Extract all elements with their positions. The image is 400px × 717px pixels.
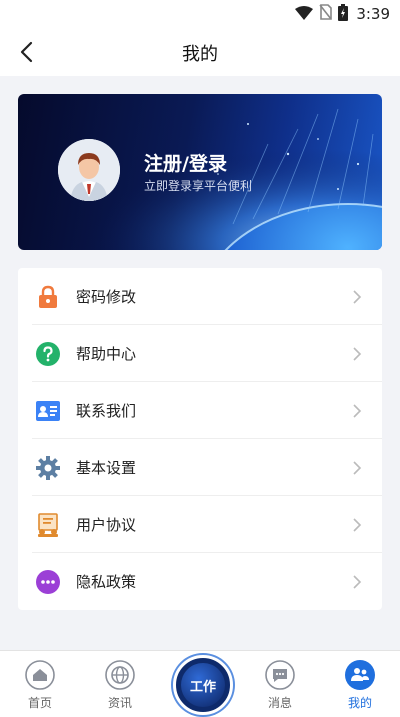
gear-icon bbox=[36, 455, 60, 480]
tab-label: 资讯 bbox=[107, 696, 132, 710]
battery-icon bbox=[338, 3, 349, 25]
chevron-right-icon bbox=[353, 460, 362, 475]
tab-mine[interactable]: 我的 bbox=[320, 651, 400, 717]
menu-item-settings[interactable]: 基本设置 bbox=[18, 439, 382, 496]
status-time: 3:39 bbox=[356, 5, 390, 23]
tab-label: 首页 bbox=[27, 696, 52, 710]
menu-item-contact[interactable]: 联系我们 bbox=[18, 382, 382, 439]
status-bar: 3:39 bbox=[0, 0, 400, 28]
login-banner[interactable]: 注册/登录 立即登录享平台便利 bbox=[18, 94, 382, 250]
menu-item-privacy[interactable]: 隐私政策 bbox=[18, 553, 382, 610]
nav-bar: 我的 bbox=[0, 28, 400, 76]
wifi-icon bbox=[295, 5, 314, 24]
menu-item-agreement[interactable]: 用户协议 bbox=[18, 496, 382, 553]
tab-home[interactable]: 首页 bbox=[0, 651, 80, 717]
tab-messages[interactable]: 消息 bbox=[240, 651, 320, 717]
lock-icon bbox=[36, 285, 60, 309]
chevron-right-icon bbox=[353, 517, 362, 532]
menu-item-label: 密码修改 bbox=[76, 288, 137, 306]
menu-item-password[interactable]: 密码修改 bbox=[18, 268, 382, 325]
menu-item-label: 用户协议 bbox=[76, 516, 137, 534]
login-title[interactable]: 注册/登录 bbox=[144, 149, 227, 176]
chevron-right-icon bbox=[353, 574, 362, 589]
more-dots-icon bbox=[36, 569, 60, 594]
settings-menu: 密码修改 帮助中心 联系我们 基本设置 用户协议 隐私政策 bbox=[18, 268, 382, 610]
tab-label: 我的 bbox=[347, 696, 372, 710]
question-icon bbox=[36, 341, 60, 366]
menu-item-help[interactable]: 帮助中心 bbox=[18, 325, 382, 382]
tab-news[interactable]: 资讯 bbox=[80, 651, 160, 717]
chevron-right-icon bbox=[353, 289, 362, 304]
people-icon bbox=[345, 660, 375, 690]
chevron-right-icon bbox=[353, 403, 362, 418]
menu-item-label: 基本设置 bbox=[76, 459, 137, 477]
menu-item-label: 帮助中心 bbox=[76, 345, 137, 363]
user-avatar-icon[interactable] bbox=[58, 139, 120, 201]
page-title: 我的 bbox=[182, 44, 218, 65]
home-icon bbox=[25, 660, 55, 690]
tab-label: 消息 bbox=[267, 696, 292, 710]
status-icons: 3:39 bbox=[295, 3, 390, 25]
agreement-icon bbox=[36, 512, 60, 537]
contact-card-icon bbox=[36, 399, 60, 423]
login-subtitle: 立即登录享平台便利 bbox=[144, 179, 253, 193]
message-icon bbox=[265, 660, 295, 690]
chevron-right-icon bbox=[353, 346, 362, 361]
work-button[interactable]: 工作 bbox=[173, 655, 233, 715]
globe-icon bbox=[105, 660, 135, 690]
no-sim-icon bbox=[319, 4, 333, 24]
work-button-label: 工作 bbox=[181, 663, 225, 707]
menu-item-label: 联系我们 bbox=[76, 402, 137, 420]
menu-item-label: 隐私政策 bbox=[76, 573, 137, 591]
